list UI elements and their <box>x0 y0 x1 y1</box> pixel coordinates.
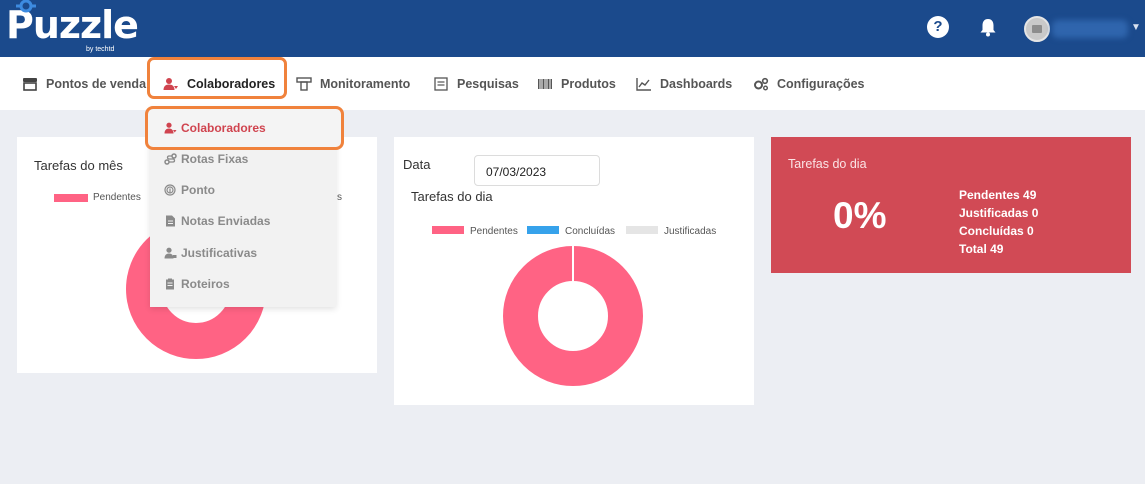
legend-swatch-pendentes[interactable] <box>54 194 88 202</box>
dropdown-item-label: Ponto <box>181 183 215 197</box>
dropdown-item-roteiros[interactable]: Roteiros <box>164 276 230 292</box>
legend-label-pendentes: Pendentes <box>470 226 518 237</box>
nav-item-produtos[interactable]: Produtos <box>537 76 616 92</box>
completion-percent: 0% <box>833 195 887 236</box>
nav-item-configuracoes[interactable]: Configurações <box>753 76 865 92</box>
summary-title: Tarefas do dia <box>788 157 867 171</box>
dropdown-item-label: Rotas Fixas <box>181 152 249 166</box>
nav-label: Produtos <box>561 77 616 91</box>
survey-icon <box>434 77 448 91</box>
dropdown-item-label: Justificativas <box>181 246 258 260</box>
nav-label: Configurações <box>777 77 865 91</box>
fingerprint-icon <box>164 184 176 196</box>
date-field[interactable]: 07/03/2023 <box>474 155 600 186</box>
chevron-down-icon[interactable]: ▼ <box>1131 22 1141 33</box>
route-icon <box>164 153 177 165</box>
legend-swatch-pendentes[interactable] <box>432 226 464 234</box>
clipboard-icon <box>166 278 174 290</box>
barcode-icon <box>538 79 552 89</box>
brand-byline: by techtd <box>86 46 115 53</box>
store-icon <box>23 78 37 91</box>
dropdown-item-notas-enviadas[interactable]: Notas Enviadas <box>164 213 270 229</box>
day-donut-chart: Pendentes Concluídas Justificadas <box>432 226 716 386</box>
file-icon <box>166 215 175 227</box>
question-circle-icon[interactable]: ? <box>927 16 949 38</box>
dropdown-item-label: Colaboradores <box>181 121 266 135</box>
stat-justificadas: Justificadas 0 <box>959 206 1039 220</box>
day-summary-card: Tarefas do dia 0% Pendentes 49 Justifica… <box>771 137 1131 273</box>
dropdown-item-rotas-fixas[interactable]: Rotas Fixas <box>164 151 248 167</box>
dropdown-item-label: Notas Enviadas <box>181 214 271 228</box>
legend-label-pendentes: Pendentes <box>93 192 141 203</box>
gears-icon <box>754 77 769 91</box>
nav-label: Dashboards <box>660 77 733 91</box>
legend-label-justificadas: Justificadas <box>664 226 716 237</box>
dropdown-item-ponto[interactable]: Ponto <box>164 182 215 198</box>
chart-line-icon <box>636 78 651 91</box>
legend-label-concluídas: Concluídas <box>565 226 615 237</box>
nav-item-pontos-de-venda[interactable]: Pontos de venda <box>22 76 146 92</box>
app-logo[interactable]: Puzzle <box>6 0 139 48</box>
stat-total: Total 49 <box>959 242 1004 256</box>
monitor-icon <box>296 77 312 91</box>
top-bar: Puzzle by techtd ? ▼ <box>0 0 1145 57</box>
username-redacted[interactable] <box>1052 20 1128 38</box>
month-card-title: Tarefas do mês <box>34 158 123 173</box>
gear-logo-icon <box>16 0 36 13</box>
bell-icon[interactable] <box>977 16 999 38</box>
users-icon <box>164 122 177 134</box>
legend-swatch-concluídas[interactable] <box>527 226 559 234</box>
stat-pendentes: Pendentes 49 <box>959 188 1037 202</box>
day-card-title: Tarefas do dia <box>411 189 493 204</box>
user-avatar[interactable] <box>1024 16 1050 42</box>
date-label: Data <box>403 157 431 172</box>
nav-label: Pontos de venda <box>46 77 147 91</box>
nav-item-dashboards[interactable]: Dashboards <box>636 76 732 92</box>
legend-label-truncated: s <box>337 192 342 203</box>
dropdown-item-colaboradores[interactable]: Colaboradores <box>164 120 266 136</box>
nav-label: Pesquisas <box>457 77 519 91</box>
stat-concluidas: Concluídas 0 <box>959 224 1034 238</box>
nav-focus-highlight <box>147 57 287 99</box>
nav-item-pesquisas[interactable]: Pesquisas <box>433 76 519 92</box>
nav-item-monitoramento[interactable]: Monitoramento <box>296 76 410 92</box>
user-tag-icon <box>164 247 177 259</box>
dropdown-item-justificativas[interactable]: Justificativas <box>164 245 257 261</box>
nav-label: Monitoramento <box>320 77 411 91</box>
legend-swatch-justificadas[interactable] <box>626 226 658 234</box>
dropdown-item-label: Roteiros <box>181 277 230 291</box>
